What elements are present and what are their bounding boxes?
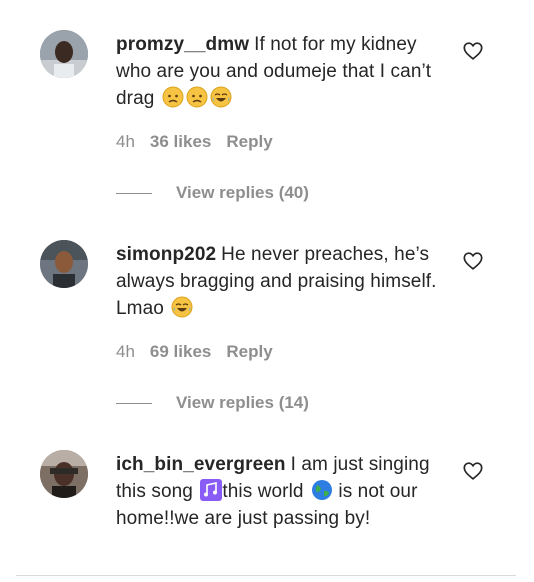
view-replies-label: View replies (14) [176, 393, 309, 412]
username-link[interactable]: promzy__dmw [116, 34, 249, 55]
tears-of-joy-icon [210, 86, 232, 108]
likes-count[interactable]: 36 likes [150, 132, 211, 151]
heart-icon[interactable] [462, 460, 484, 482]
view-replies-button[interactable]: View replies (40) [116, 183, 309, 203]
comment-meta: 4h 36 likes Reply [116, 132, 288, 152]
comment-text: ich_bin_evergreen I am just singing this … [116, 451, 446, 532]
comment-text: promzy__dmw If not for my kidney who are … [116, 31, 446, 112]
reply-button[interactable]: Reply [226, 342, 272, 361]
reply-button[interactable]: Reply [226, 132, 272, 151]
disappointed-face-icon [162, 86, 184, 108]
comment-body: this world [222, 481, 304, 502]
avatar[interactable] [40, 30, 88, 78]
avatar[interactable] [40, 240, 88, 288]
divider-line [116, 192, 152, 194]
likes-count[interactable]: 69 likes [150, 342, 211, 361]
timestamp: 4h [116, 132, 135, 151]
avatar-photo [40, 30, 88, 78]
avatar-photo [40, 240, 88, 288]
view-replies-label: View replies (40) [176, 183, 309, 202]
tears-of-joy-icon [171, 296, 193, 318]
comment-meta: 4h 69 likes Reply [116, 342, 288, 362]
avatar[interactable] [40, 450, 88, 498]
username-link[interactable]: simonp202 [116, 244, 216, 265]
heart-icon[interactable] [462, 250, 484, 272]
globe-icon [311, 480, 332, 500]
timestamp: 4h [116, 342, 135, 361]
disappointed-face-icon [186, 86, 208, 108]
comment-text: simonp202 He never preaches, he’s always … [116, 241, 446, 322]
username-link[interactable]: ich_bin_evergreen [116, 454, 286, 475]
bottom-divider [16, 575, 516, 576]
heart-icon[interactable] [462, 40, 484, 62]
divider-line [116, 402, 152, 404]
view-replies-button[interactable]: View replies (14) [116, 393, 309, 413]
avatar-photo [40, 450, 88, 498]
musical-notes-icon [200, 479, 223, 501]
